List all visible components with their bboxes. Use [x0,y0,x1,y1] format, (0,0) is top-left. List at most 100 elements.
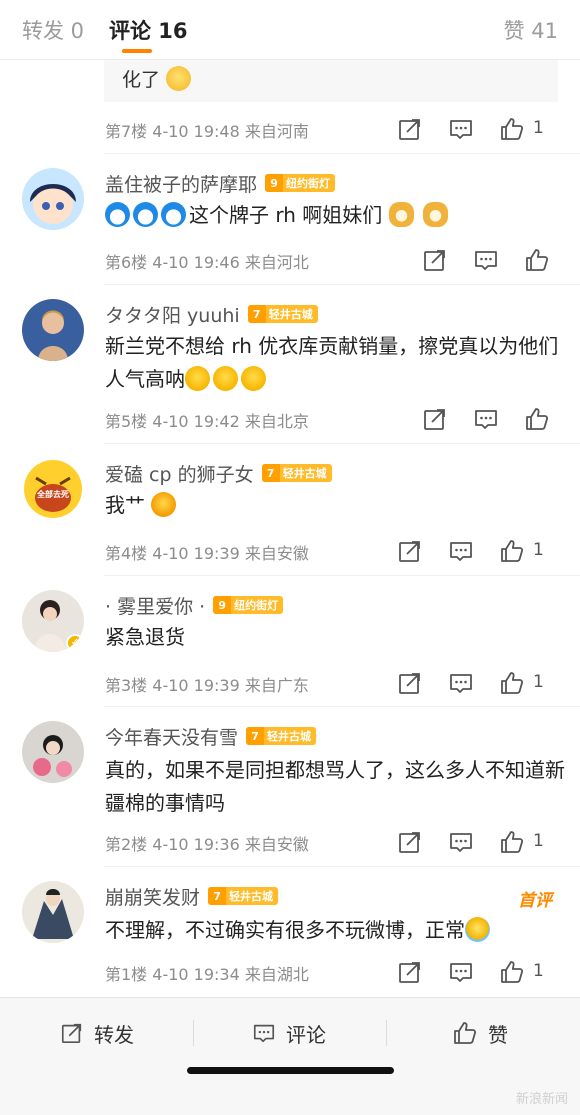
username[interactable]: タタタ阳 yuuhi [105,301,240,328]
tab-repost[interactable]: 转发 0 [22,15,84,45]
like-icon[interactable] [524,247,550,273]
thinking-emoji-icon [166,66,192,91]
reply-preview[interactable]: 化了 [104,60,558,102]
username[interactable]: · 雾里爱你 · [105,592,205,619]
like-icon[interactable] [499,116,525,142]
user-row: 崩崩笑发财 7 轻井古城 [105,883,279,910]
doraemon-emoji-icon [161,202,186,227]
doraemon-emoji-icon [133,202,158,227]
avatar-caption: 全部去死 [37,490,69,499]
comment-text: 不理解，不过确实有很多不玩微博，正常 [105,914,565,947]
user-row: · 雾里爱你 · 9 纽约街灯 [105,592,284,619]
username[interactable]: 爱磕 cp 的狮子女 [105,460,254,487]
comment-icon[interactable] [448,959,474,985]
user-row: 爱磕 cp 的狮子女 7 轻井古城 [105,460,332,486]
comment-actions: 1 [340,670,580,696]
like-icon [452,1020,478,1046]
fan-badge: 7 轻井古城 [246,727,317,745]
like-icon[interactable] [499,670,525,696]
like-count: 1 [533,961,544,981]
comment-icon[interactable] [448,829,474,855]
divider [386,1020,387,1046]
comment-icon[interactable] [448,670,474,696]
fan-badge: 7 轻井古城 [208,887,279,905]
avatar[interactable] [22,168,84,230]
divider [193,1020,194,1046]
dog-emoji-icon [388,202,414,227]
fan-badge: 9 纽约街灯 [213,596,284,614]
avatar[interactable]: ✓ [22,590,84,652]
first-comment-label: 首评 [518,891,552,911]
comment-icon [252,1021,276,1045]
laugh-emoji-icon [213,366,238,391]
comment-text: 真的，如果不是同担都想骂人了，这么多人不知道新疆棉的事情吗 [105,758,565,815]
comment-icon[interactable] [448,538,474,564]
like-count: 1 [533,540,544,560]
share-icon[interactable] [397,959,423,985]
like-icon[interactable] [499,959,525,985]
like-icon[interactable] [524,406,550,432]
watermark: 新浪新闻 [515,1092,568,1107]
tab-comments[interactable]: 评论 16 [109,15,188,45]
comment-icon[interactable] [473,247,499,273]
avatar[interactable] [22,299,84,361]
comment-item: ✓ · 雾里爱你 · 9 纽约街灯 紧急退货 第3楼 4-10 19:39 来自广… [0,576,580,707]
comment-icon[interactable] [473,406,499,432]
share-icon[interactable] [397,670,423,696]
comment-item: 全部去死 爱磕 cp 的狮子女 7 轻井古城 我艹 第4楼 4-10 19:39 … [0,444,580,576]
comment-tabs: 转发 0 评论 16 赞 41 [0,0,580,60]
fan-badge: 9 纽约街灯 [265,174,336,192]
comment-item: 第7楼 4-10 19:48 来自河南 1 [0,102,580,154]
comment-meta: 第2楼 4-10 19:36 来自安徽 [105,835,309,854]
comment-text: 我艹 [105,489,565,522]
comment-item: 盖住被子的萨摩耶 9 纽约街灯 这个牌子 rh 啊姐妹们 第6楼 4-10 19:… [0,154,580,285]
avatar[interactable] [22,881,84,943]
comment-meta: 第7楼 4-10 19:48 来自河南 [105,122,309,141]
home-indicator[interactable] [187,1067,394,1074]
username[interactable]: 盖住被子的萨摩耶 [105,170,257,197]
bottom-action-bar: 转发 评论 赞 [0,997,580,1115]
comment-actions: 1 [340,959,580,985]
share-icon[interactable] [422,406,448,432]
like-icon[interactable] [499,538,525,564]
comment-item: タタタ阳 yuuhi 7 轻井古城 新兰党不想给 rh 优衣库贡献销量，擦党真以为… [0,285,580,444]
like-count: 1 [533,672,544,692]
comment-meta: 第4楼 4-10 19:39 来自安徽 [105,544,309,563]
doraemon-emoji-icon [105,202,130,227]
comment-text: 新兰党不想给 rh 优衣库贡献销量，擦党真以为他们人气高呐 [105,334,559,391]
comment-actions: 1 [340,538,580,564]
laugh-cry-emoji-icon [465,917,490,942]
user-row: タタタ阳 yuuhi 7 轻井古城 [105,301,318,327]
comment-text: 这个牌子 rh 啊姐妹们 [105,199,565,232]
comment-button[interactable]: 评论 [252,1018,326,1048]
share-icon[interactable] [397,829,423,855]
user-row: 盖住被子的萨摩耶 9 纽约街灯 [105,170,336,197]
avatar[interactable] [22,721,84,783]
fan-badge: 7 轻井古城 [247,305,318,323]
comment-meta: 第5楼 4-10 19:42 来自北京 [105,412,309,431]
reply-preview-text: 化了 [122,65,194,92]
laugh-emoji-icon [241,366,266,391]
repost-button[interactable]: 转发 [60,1018,134,1048]
laugh-emoji-icon [185,366,210,391]
share-icon[interactable] [422,247,448,273]
comment-icon[interactable] [448,116,474,142]
like-icon[interactable] [499,829,525,855]
like-count: 1 [533,118,544,138]
share-icon[interactable] [397,116,423,142]
comment-item: 今年春天没有雪 7 轻井古城 真的，如果不是同担都想骂人了，这么多人不知道新疆棉的… [0,707,580,867]
comment-text: 紧急退货 [105,625,185,649]
overheated-emoji-icon [151,492,177,517]
active-tab-indicator [122,49,152,53]
username[interactable]: 崩崩笑发财 [105,883,200,910]
tab-likes[interactable]: 赞 41 [504,15,558,45]
comment-actions [340,406,580,432]
user-row: 今年春天没有雪 7 轻井古城 [105,723,317,750]
avatar[interactable]: 全部去死 [22,458,84,520]
comment-actions: 1 [340,116,580,142]
username[interactable]: 今年春天没有雪 [105,723,238,750]
comment-meta: 第3楼 4-10 19:39 来自广东 [105,676,309,695]
comment-meta: 第1楼 4-10 19:34 来自湖北 [105,965,309,984]
share-icon[interactable] [397,538,423,564]
like-button[interactable]: 赞 [452,1018,508,1048]
